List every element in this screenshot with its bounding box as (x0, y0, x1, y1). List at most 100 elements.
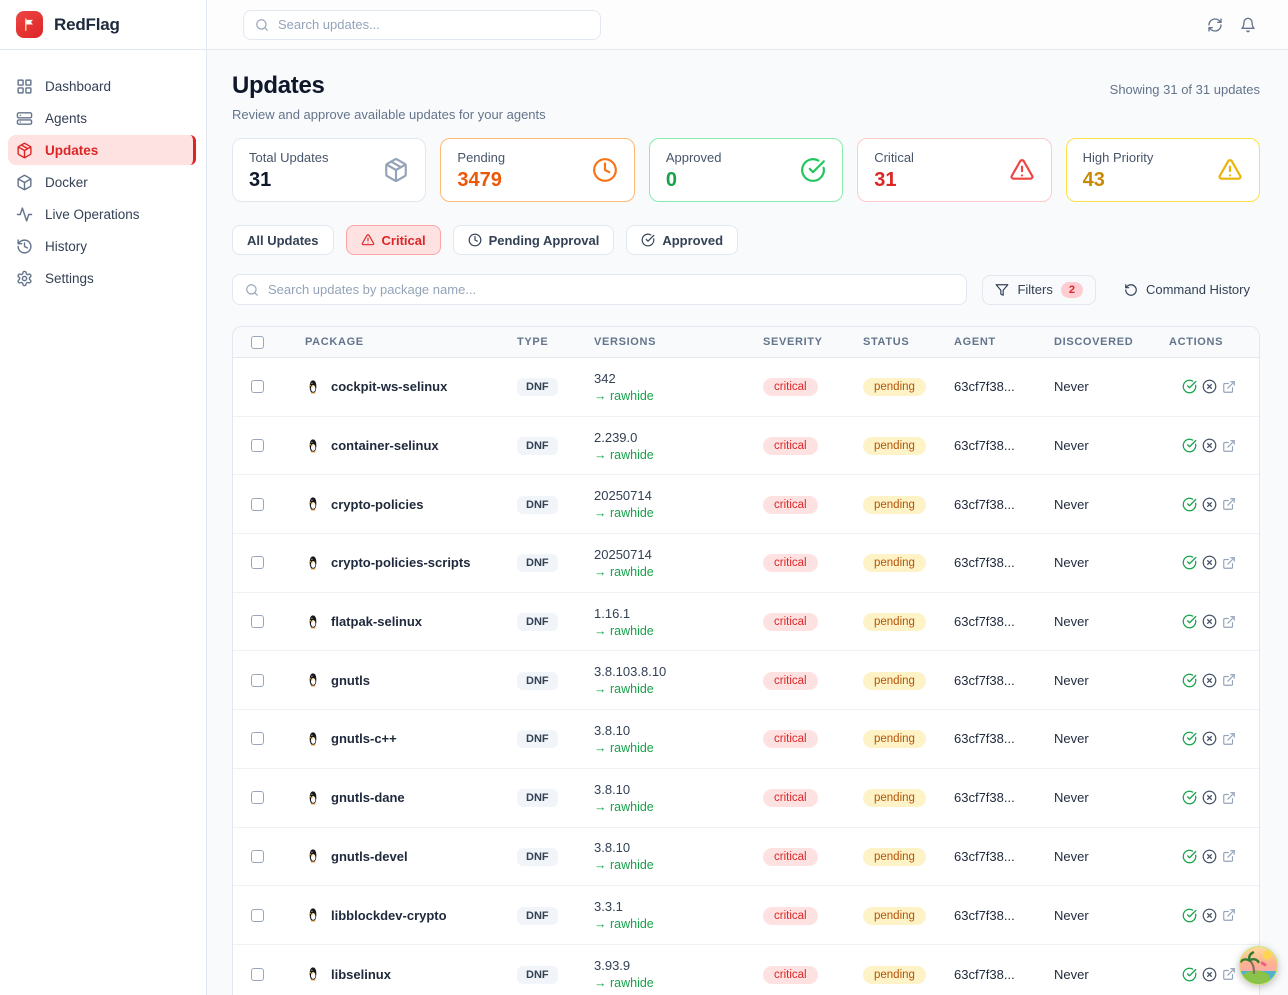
discovered-value: Never (1054, 967, 1169, 982)
stat-label: High Priority (1083, 150, 1154, 165)
open-external-button[interactable] (1222, 380, 1236, 394)
brand-name: RedFlag (54, 15, 120, 35)
alert-triangle-icon (361, 233, 375, 247)
severity-badge: critical (763, 378, 818, 396)
type-badge: DNF (517, 907, 558, 925)
approve-button[interactable] (1182, 379, 1197, 394)
sidebar-item-live-operations[interactable]: Live Operations (8, 199, 196, 229)
open-external-button[interactable] (1222, 673, 1236, 687)
dismiss-button[interactable] (1202, 438, 1217, 453)
type-badge: DNF (517, 672, 558, 690)
open-external-button[interactable] (1222, 615, 1236, 629)
row-checkbox[interactable] (251, 968, 264, 981)
version-target: → rawhide (594, 741, 763, 755)
row-checkbox[interactable] (251, 615, 264, 628)
dismiss-button[interactable] (1202, 614, 1217, 629)
dismiss-button[interactable] (1202, 849, 1217, 864)
version-target: → rawhide (594, 858, 763, 872)
filter-tab-pending[interactable]: Pending Approval (453, 225, 615, 255)
type-badge: DNF (517, 554, 558, 572)
dismiss-button[interactable] (1202, 731, 1217, 746)
open-external-button[interactable] (1222, 908, 1236, 922)
column-header-discovered: DISCOVERED (1054, 336, 1169, 348)
approve-button[interactable] (1182, 967, 1197, 982)
dismiss-button[interactable] (1202, 555, 1217, 570)
sidebar-item-agents[interactable]: Agents (8, 103, 196, 133)
status-badge: pending (863, 730, 926, 748)
agent-id: 63cf7f38... (954, 379, 1054, 394)
open-external-button[interactable] (1222, 439, 1236, 453)
agent-id: 63cf7f38... (954, 673, 1054, 688)
filter-tab-label: Critical (382, 233, 426, 248)
row-checkbox[interactable] (251, 498, 264, 511)
approve-button[interactable] (1182, 497, 1197, 512)
approve-button[interactable] (1182, 849, 1197, 864)
open-external-button[interactable] (1222, 732, 1236, 746)
status-badge: pending (863, 613, 926, 631)
column-header-type: TYPE (517, 336, 594, 348)
package-name: gnutls-dane (331, 790, 405, 805)
penguin-icon (305, 731, 321, 747)
sidebar-item-updates[interactable]: Updates (8, 135, 196, 165)
status-badge: pending (863, 554, 926, 572)
row-checkbox[interactable] (251, 909, 264, 922)
row-checkbox[interactable] (251, 732, 264, 745)
filter-tab-all[interactable]: All Updates (232, 225, 334, 255)
approve-button[interactable] (1182, 790, 1197, 805)
version-target: → rawhide (594, 624, 763, 638)
command-history-button[interactable]: Command History (1114, 275, 1260, 305)
column-header-actions: ACTIONS (1169, 336, 1259, 348)
global-search-input[interactable] (278, 17, 589, 32)
search-icon (245, 283, 259, 297)
sidebar-item-dashboard[interactable]: Dashboard (8, 71, 196, 101)
column-header-package: PACKAGE (305, 336, 517, 348)
row-checkbox[interactable] (251, 439, 264, 452)
row-checkbox[interactable] (251, 674, 264, 687)
type-badge: DNF (517, 613, 558, 631)
dismiss-button[interactable] (1202, 908, 1217, 923)
sidebar-item-docker[interactable]: Docker (8, 167, 196, 197)
open-external-button[interactable] (1222, 967, 1236, 981)
agent-id: 63cf7f38... (954, 614, 1054, 629)
bell-icon[interactable] (1240, 17, 1256, 33)
open-external-button[interactable] (1222, 791, 1236, 805)
table-body: cockpit-ws-selinuxDNF342→ rawhidecritica… (233, 358, 1259, 995)
type-badge: DNF (517, 730, 558, 748)
dismiss-button[interactable] (1202, 673, 1217, 688)
dismiss-button[interactable] (1202, 379, 1217, 394)
approve-button[interactable] (1182, 908, 1197, 923)
version-current: 3.93.9 (594, 958, 763, 973)
select-all-checkbox[interactable] (251, 336, 264, 349)
open-external-button[interactable] (1222, 556, 1236, 570)
refresh-icon[interactable] (1207, 17, 1223, 33)
agent-id: 63cf7f38... (954, 967, 1054, 982)
dismiss-button[interactable] (1202, 790, 1217, 805)
row-checkbox[interactable] (251, 791, 264, 804)
open-external-button[interactable] (1222, 849, 1236, 863)
sidebar-item-history[interactable]: History (8, 231, 196, 261)
package-search-input[interactable] (268, 282, 954, 297)
filters-button[interactable]: Filters 2 (982, 275, 1096, 305)
dismiss-button[interactable] (1202, 497, 1217, 512)
row-checkbox[interactable] (251, 850, 264, 863)
alert-triangle-icon (1217, 157, 1243, 183)
filter-tab-approved[interactable]: Approved (626, 225, 738, 255)
island-easter-egg-button[interactable] (1238, 945, 1279, 986)
approve-button[interactable] (1182, 673, 1197, 688)
sidebar-item-settings[interactable]: Settings (8, 263, 196, 293)
approve-button[interactable] (1182, 555, 1197, 570)
row-checkbox[interactable] (251, 380, 264, 393)
approve-button[interactable] (1182, 438, 1197, 453)
approve-button[interactable] (1182, 731, 1197, 746)
filters-label: Filters (1017, 282, 1052, 297)
row-checkbox[interactable] (251, 556, 264, 569)
global-search[interactable] (243, 10, 601, 40)
open-external-button[interactable] (1222, 497, 1236, 511)
penguin-icon (305, 790, 321, 806)
filter-tab-critical[interactable]: Critical (346, 225, 441, 255)
table-row: libblockdev-cryptoDNF3.3.1→ rawhidecriti… (233, 886, 1259, 945)
package-search[interactable] (232, 274, 967, 305)
approve-button[interactable] (1182, 614, 1197, 629)
dismiss-button[interactable] (1202, 967, 1217, 982)
updates-table: PACKAGETYPEVERSIONSSEVERITYSTATUSAGENTDI… (232, 326, 1260, 995)
